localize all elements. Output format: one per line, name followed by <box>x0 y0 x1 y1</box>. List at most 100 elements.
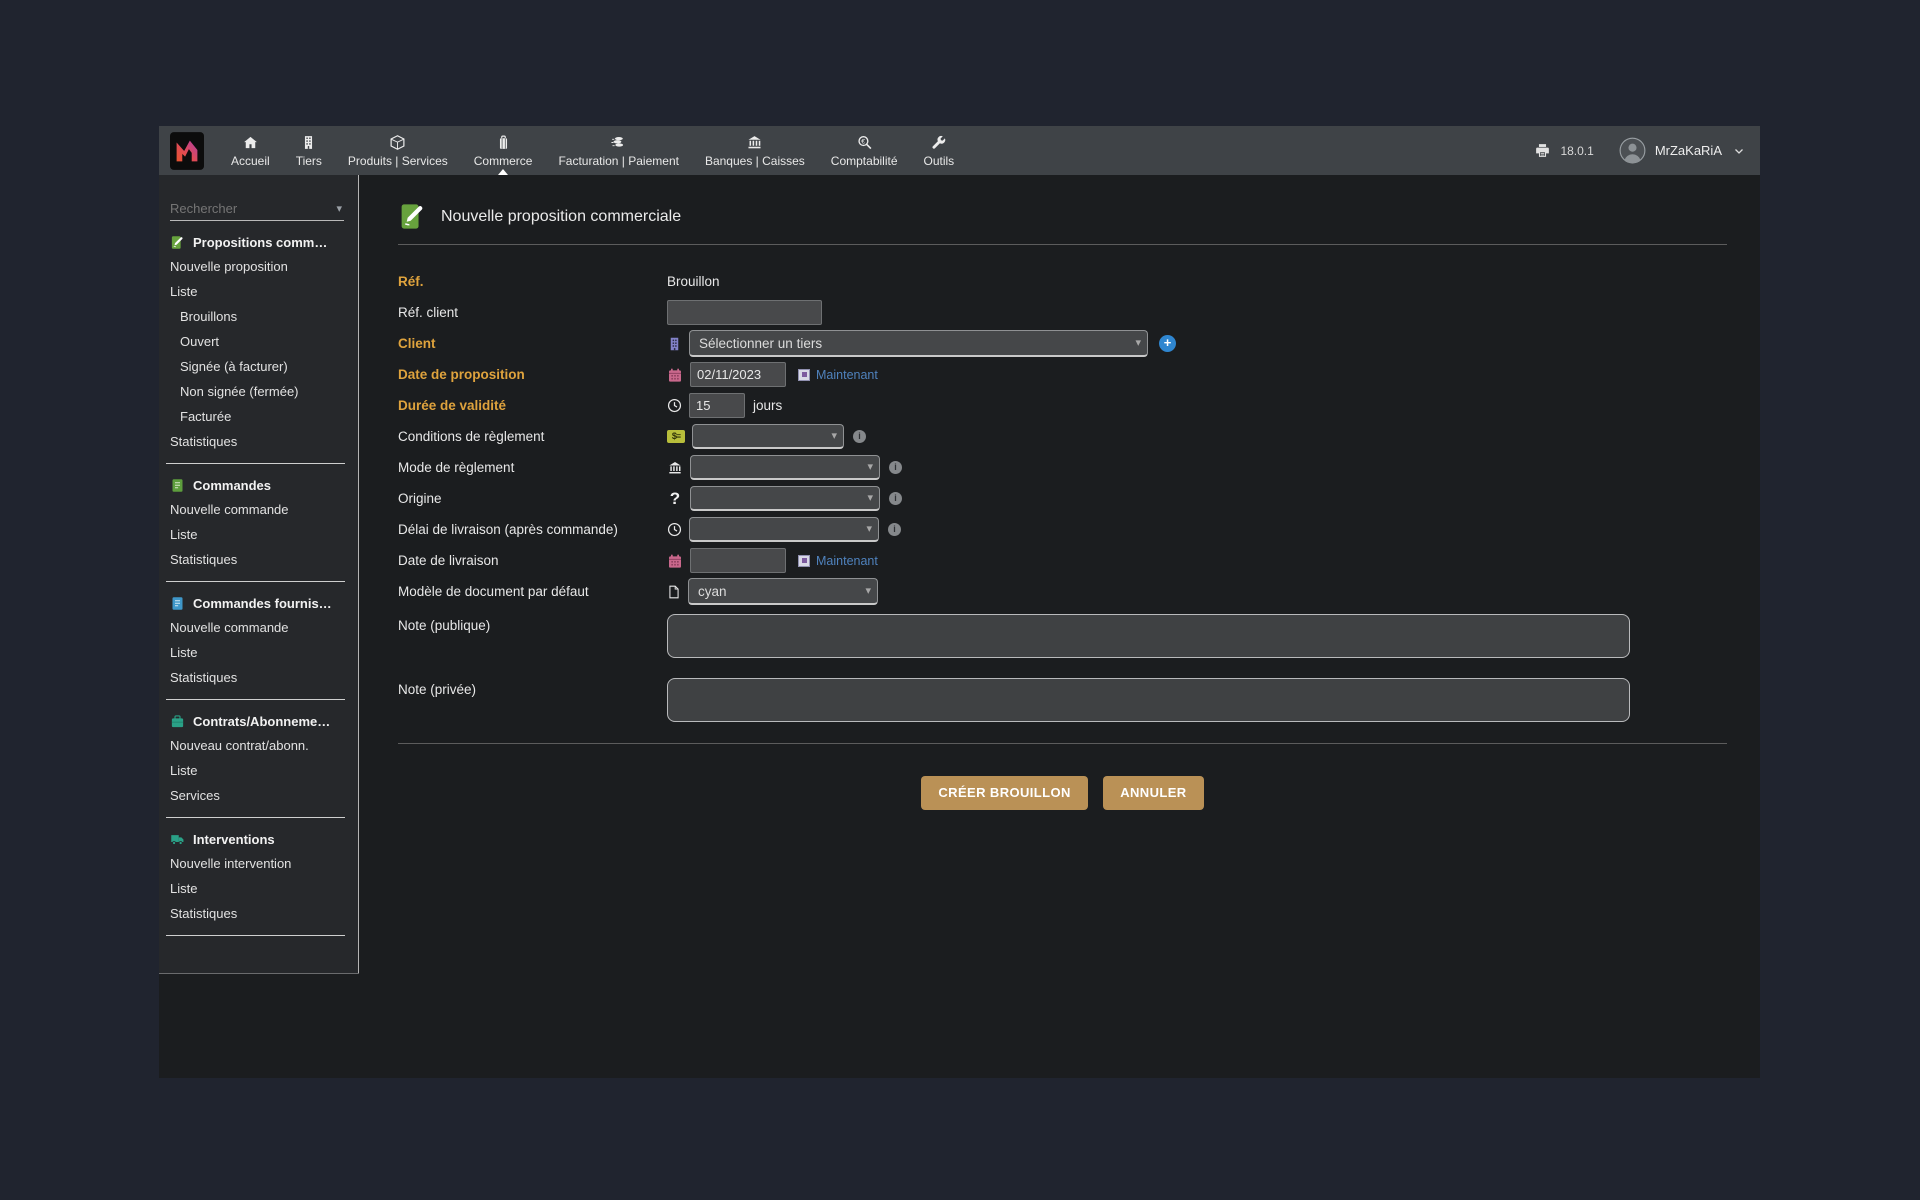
nav-item-tiers[interactable]: Tiers <box>283 126 335 175</box>
sidebar-item[interactable]: Nouvelle proposition <box>159 254 358 279</box>
field-label: Note (privée) <box>398 678 667 697</box>
wrench-icon <box>930 134 947 151</box>
sidebar-item[interactable]: Liste <box>159 279 358 304</box>
sidebar-section-interventions[interactable]: Interventions <box>159 818 358 851</box>
sidebar-item[interactable]: Ouvert <box>159 329 358 354</box>
username-menu[interactable]: MrZaKaRiA <box>1655 143 1722 158</box>
note-privee-textarea[interactable] <box>667 678 1630 722</box>
nav-label: Facturation | Paiement <box>558 154 679 168</box>
date-livraison-input[interactable] <box>690 548 786 573</box>
sidebar-section-contrats[interactable]: Contrats/Abonneme… <box>159 700 358 733</box>
form-row-origine: Origine ? ▾ i <box>398 483 1727 514</box>
caret-down-icon[interactable]: ▾ <box>336 202 344 215</box>
nav-item-commerce[interactable]: Commerce <box>461 126 546 175</box>
sidebar-item[interactable]: Nouvelle commande <box>159 497 358 522</box>
mode-reglement-select[interactable]: ▾ <box>690 455 880 480</box>
field-label: Délai de livraison (après commande) <box>398 522 667 537</box>
duree-validite-input[interactable] <box>689 393 745 418</box>
ref-client-input[interactable] <box>667 300 822 325</box>
ref-value: Brouillon <box>667 274 720 289</box>
building-icon <box>300 134 317 151</box>
page-title-text: Nouvelle proposition commerciale <box>441 208 681 226</box>
sidebar-section-commandes[interactable]: Commandes <box>159 464 358 497</box>
origine-select[interactable]: ▾ <box>690 486 880 511</box>
cube-icon <box>389 134 406 151</box>
conditions-reglement-select[interactable]: ▾ <box>692 424 844 449</box>
sidebar-item[interactable]: Statistiques <box>159 429 358 454</box>
nav-item-produits-services[interactable]: Produits | Services <box>335 126 461 175</box>
form-row-date-proposition: Date de proposition Maintenant <box>398 359 1727 390</box>
search-euro-icon: € <box>856 134 873 151</box>
create-draft-button[interactable]: CRÉER BROUILLON <box>921 776 1087 810</box>
form-row-modele-document: Modèle de document par défaut cyan ▾ <box>398 576 1727 607</box>
note-publique-textarea[interactable] <box>667 614 1630 658</box>
sidebar-item[interactable]: Liste <box>159 876 358 901</box>
sidebar-item[interactable]: Nouvelle intervention <box>159 851 358 876</box>
cancel-button[interactable]: ANNULER <box>1103 776 1203 810</box>
bank-icon <box>746 134 763 151</box>
sidebar-item[interactable]: Services <box>159 783 358 808</box>
info-icon[interactable]: i <box>853 430 866 443</box>
question-mark-icon: ? <box>667 489 683 509</box>
sidebar-item[interactable]: Statistiques <box>159 901 358 926</box>
form-row-client: Client Sélectionner un tiers ▾ + <box>398 328 1727 359</box>
sidebar-section-commandes-fournisseurs[interactable]: Commandes fournis… <box>159 582 358 615</box>
pdf-document-icon <box>667 584 681 600</box>
dolibarr-logo-icon[interactable] <box>170 132 204 170</box>
delai-livraison-select[interactable]: ▾ <box>689 517 879 542</box>
intervention-icon <box>170 832 185 847</box>
sidebar-item[interactable]: Statistiques <box>159 547 358 572</box>
modele-document-select[interactable]: cyan ▾ <box>688 578 878 605</box>
form-row-note-privee: Note (privée) <box>398 678 1727 722</box>
chevron-down-icon[interactable] <box>1733 145 1745 157</box>
nav-item-accueil[interactable]: Accueil <box>218 126 283 175</box>
sidebar-item[interactable]: Signée (à facturer) <box>159 354 358 379</box>
sidebar-item[interactable]: Facturée <box>159 404 358 429</box>
caret-down-icon: ▾ <box>867 460 873 473</box>
form-actions: CRÉER BROUILLON ANNULER <box>398 776 1727 810</box>
nav-item-comptabilite[interactable]: € Comptabilité <box>818 126 911 175</box>
now-calendar-icon <box>798 369 810 381</box>
now-label: Maintenant <box>816 554 878 568</box>
form-row-date-livraison: Date de livraison Maintenant <box>398 545 1727 576</box>
client-select[interactable]: Sélectionner un tiers ▾ <box>689 330 1148 357</box>
user-avatar[interactable] <box>1619 137 1646 164</box>
field-label: Réf. <box>398 274 667 289</box>
caret-down-icon: ▾ <box>1135 336 1141 349</box>
coins-icon <box>610 134 627 151</box>
caret-down-icon: ▾ <box>866 522 872 535</box>
sidebar-item[interactable]: Liste <box>159 640 358 665</box>
search-input[interactable] <box>170 201 336 216</box>
field-label: Mode de règlement <box>398 460 667 475</box>
divider <box>398 743 1727 744</box>
sidebar-item[interactable]: Non signée (fermée) <box>159 379 358 404</box>
sidebar-item[interactable]: Nouvelle commande <box>159 615 358 640</box>
sidebar-item[interactable]: Nouveau contrat/abonn. <box>159 733 358 758</box>
sidebar-item[interactable]: Brouillons <box>159 304 358 329</box>
nav-item-outils[interactable]: Outils <box>911 126 968 175</box>
modele-document-value: cyan <box>698 584 727 599</box>
info-icon[interactable]: i <box>889 461 902 474</box>
nav-item-banques-caisses[interactable]: Banques | Caisses <box>692 126 818 175</box>
nav-label: Commerce <box>474 154 533 168</box>
add-client-button[interactable]: + <box>1159 335 1176 352</box>
nav-item-facturation-paiement[interactable]: Facturation | Paiement <box>545 126 692 175</box>
nav-label: Outils <box>924 154 955 168</box>
sidebar-item[interactable]: Liste <box>159 758 358 783</box>
info-icon[interactable]: i <box>889 492 902 505</box>
sidebar-section-propositions[interactable]: Propositions comm… <box>159 221 358 254</box>
date-proposition-input[interactable] <box>690 362 786 387</box>
app-window: Accueil Tiers Produits | Services Commer… <box>159 126 1760 1078</box>
info-icon[interactable]: i <box>888 523 901 536</box>
form-row-duree-validite: Durée de validité jours <box>398 390 1727 421</box>
main-content: Nouvelle proposition commerciale Réf. Br… <box>359 175 1760 1078</box>
section-title: Propositions comm… <box>193 235 327 250</box>
now-link[interactable]: Maintenant <box>798 554 878 568</box>
calendar-icon <box>667 367 683 383</box>
sidebar-item[interactable]: Statistiques <box>159 665 358 690</box>
field-label: Conditions de règlement <box>398 429 667 444</box>
now-link[interactable]: Maintenant <box>798 368 878 382</box>
printer-icon[interactable] <box>1534 142 1551 159</box>
sidebar-item[interactable]: Liste <box>159 522 358 547</box>
form-row-ref: Réf. Brouillon <box>398 266 1727 297</box>
